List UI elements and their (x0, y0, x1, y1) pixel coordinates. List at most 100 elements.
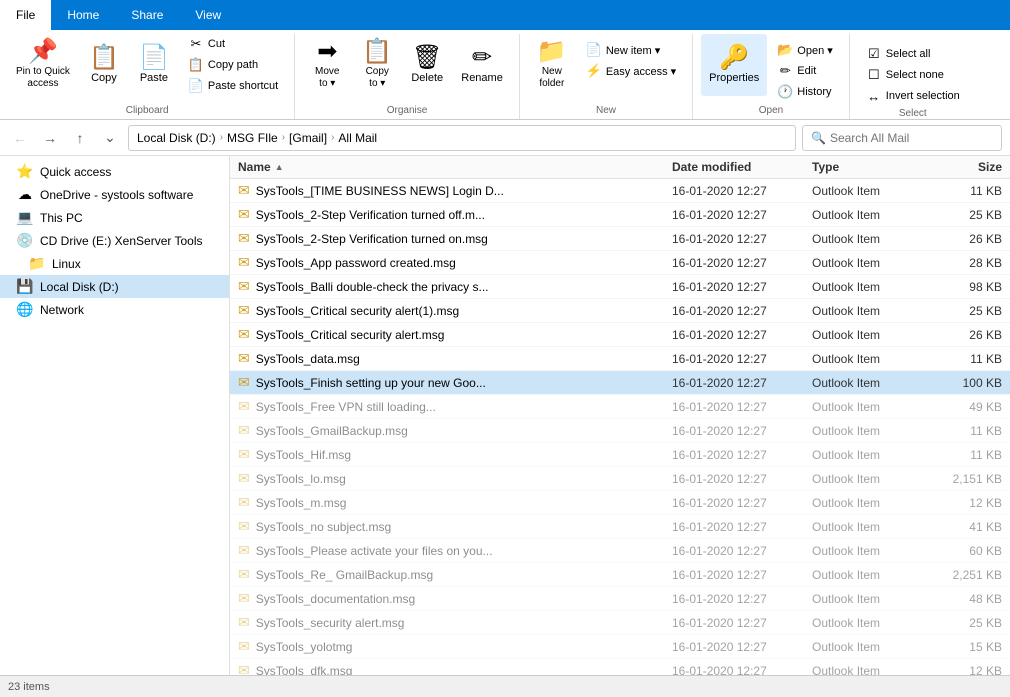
paste-button[interactable]: 📄 Paste (130, 34, 178, 96)
back-button[interactable]: ← (8, 126, 32, 150)
file-row[interactable]: ✉SysTools_Re_ GmailBackup.msg 16-01-2020… (230, 563, 1010, 587)
copy-to-icon: 📋 (362, 40, 392, 64)
file-row[interactable]: ✉SysTools_m.msg 16-01-2020 12:27 Outlook… (230, 491, 1010, 515)
tab-view[interactable]: View (179, 0, 237, 30)
col-header-date[interactable]: Date modified (672, 160, 812, 174)
file-row[interactable]: ✉SysTools_documentation.msg 16-01-2020 1… (230, 587, 1010, 611)
cd-drive-icon: 💿 (16, 232, 34, 249)
file-name: ✉SysTools_Critical security alert(1).msg (238, 302, 672, 319)
select-none-label: Select none (886, 69, 944, 81)
copy-to-button[interactable]: 📋 Copyto ▾ (353, 34, 401, 96)
new-item-button[interactable]: 📄 New item ▾ (580, 40, 682, 60)
sidebar-item-onedrive[interactable]: ☁ OneDrive - systools software (0, 183, 229, 206)
search-icon: 🔍 (811, 131, 826, 145)
file-date: 16-01-2020 12:27 (672, 568, 812, 582)
file-row[interactable]: ✉SysTools_App password created.msg 16-01… (230, 251, 1010, 275)
file-name: ✉SysTools_security alert.msg (238, 614, 672, 631)
quick-access-icon: ⭐ (16, 163, 34, 180)
file-row[interactable]: ✉SysTools_yolotmg 16-01-2020 12:27 Outlo… (230, 635, 1010, 659)
up-button[interactable]: ↑ (68, 126, 92, 150)
file-row[interactable]: ✉SysTools_Finish setting up your new Goo… (230, 371, 1010, 395)
rename-button[interactable]: ✏ Rename (453, 34, 511, 96)
file-row[interactable]: ✉SysTools_lo.msg 16-01-2020 12:27 Outloo… (230, 467, 1010, 491)
file-type: Outlook Item (812, 472, 922, 486)
cut-label: Cut (208, 38, 225, 50)
recent-locations-button[interactable]: ⌄ (98, 126, 122, 150)
file-row[interactable]: ✉SysTools_[TIME BUSINESS NEWS] Login D..… (230, 179, 1010, 203)
file-date: 16-01-2020 12:27 (672, 232, 812, 246)
open-label: Open ▾ (797, 44, 833, 57)
file-size: 25 KB (922, 304, 1002, 318)
copy-button[interactable]: 📋 Copy (80, 34, 128, 96)
delete-button[interactable]: 🗑 Delete (403, 34, 451, 96)
file-name: ✉SysTools_Finish setting up your new Goo… (238, 374, 672, 391)
edit-button[interactable]: ✏ Edit (771, 61, 839, 81)
file-name: ✉SysTools_Re_ GmailBackup.msg (238, 566, 672, 583)
sidebar-item-linux[interactable]: 📁 Linux (0, 252, 229, 275)
path-segment-2[interactable]: [Gmail] (289, 131, 327, 145)
col-name-label: Name (238, 160, 271, 174)
file-row[interactable]: ✉SysTools_Critical security alert(1).msg… (230, 299, 1010, 323)
select-all-button[interactable]: ☑ Select all (860, 44, 966, 64)
file-row[interactable]: ✉SysTools_2-Step Verification turned on.… (230, 227, 1010, 251)
search-input[interactable] (830, 131, 993, 145)
move-to-button[interactable]: ➡ Moveto ▾ (303, 34, 351, 96)
file-date: 16-01-2020 12:27 (672, 400, 812, 414)
file-row[interactable]: ✉SysTools_Free VPN still loading... 16-0… (230, 395, 1010, 419)
properties-label: Properties (709, 72, 759, 84)
easy-access-button[interactable]: ⚡ Easy access ▾ (580, 61, 682, 81)
col-header-size[interactable]: Size (922, 160, 1002, 174)
file-row[interactable]: ✉SysTools_security alert.msg 16-01-2020 … (230, 611, 1010, 635)
msg-file-icon: ✉ (238, 374, 250, 390)
paste-shortcut-button[interactable]: 📄 Paste shortcut (182, 76, 284, 96)
pin-to-quick-access-button[interactable]: 📌 Pin to Quickaccess (8, 34, 78, 96)
col-header-type[interactable]: Type (812, 160, 922, 174)
sidebar-item-quick-access[interactable]: ⭐ Quick access (0, 160, 229, 183)
forward-button[interactable]: → (38, 126, 62, 150)
sidebar-item-local-disk-d[interactable]: 💾 Local Disk (D:) (0, 275, 229, 298)
file-size: 49 KB (922, 400, 1002, 414)
file-row[interactable]: ✉SysTools_Critical security alert.msg 16… (230, 323, 1010, 347)
status-bar: 23 items (0, 675, 1010, 697)
path-segment-3[interactable]: All Mail (338, 131, 377, 145)
invert-selection-button[interactable]: ↔ Invert selection (860, 86, 966, 106)
open-label: Open (701, 103, 841, 119)
file-type: Outlook Item (812, 280, 922, 294)
sidebar-item-this-pc[interactable]: 💻 This PC (0, 206, 229, 229)
file-row[interactable]: ✉SysTools_dfk.msg 16-01-2020 12:27 Outlo… (230, 659, 1010, 675)
path-arrow-2: › (331, 132, 334, 143)
open-button[interactable]: 📂 Open ▾ (771, 40, 839, 60)
properties-button[interactable]: 🔑 Properties (701, 34, 767, 96)
file-rows-container: ✉SysTools_[TIME BUSINESS NEWS] Login D..… (230, 179, 1010, 675)
file-row[interactable]: ✉SysTools_Hif.msg 16-01-2020 12:27 Outlo… (230, 443, 1010, 467)
address-path[interactable]: Local Disk (D:) › MSG FIle › [Gmail] › A… (128, 125, 796, 151)
sidebar-item-network[interactable]: 🌐 Network (0, 298, 229, 321)
sidebar-item-cd-drive[interactable]: 💿 CD Drive (E:) XenServer Tools (0, 229, 229, 252)
file-size: 11 KB (922, 448, 1002, 462)
path-segment-0[interactable]: Local Disk (D:) (137, 131, 216, 145)
cut-button[interactable]: ✂ Cut (182, 34, 284, 54)
history-button[interactable]: 🕐 History (771, 82, 839, 102)
file-type: Outlook Item (812, 256, 922, 270)
select-none-button[interactable]: ☐ Select none (860, 65, 966, 85)
file-date: 16-01-2020 12:27 (672, 376, 812, 390)
copy-path-button[interactable]: 📋 Copy path (182, 55, 284, 75)
new-folder-button[interactable]: 📁 Newfolder (528, 34, 576, 96)
tab-home[interactable]: Home (51, 0, 115, 30)
tab-file[interactable]: File (0, 0, 51, 30)
tab-share[interactable]: Share (115, 0, 179, 30)
open-buttons: 🔑 Properties 📂 Open ▾ ✏ Edit 🕐 History (701, 34, 841, 103)
file-row[interactable]: ✉SysTools_2-Step Verification turned off… (230, 203, 1010, 227)
file-size: 11 KB (922, 352, 1002, 366)
msg-file-icon: ✉ (238, 446, 250, 462)
file-row[interactable]: ✉SysTools_data.msg 16-01-2020 12:27 Outl… (230, 347, 1010, 371)
search-box[interactable]: 🔍 (802, 125, 1002, 151)
file-row[interactable]: ✉SysTools_Balli double-check the privacy… (230, 275, 1010, 299)
file-size: 2,251 KB (922, 568, 1002, 582)
path-segment-1[interactable]: MSG FIle (227, 131, 278, 145)
file-row[interactable]: ✉SysTools_no subject.msg 16-01-2020 12:2… (230, 515, 1010, 539)
file-name: ✉SysTools_Please activate your files on … (238, 542, 672, 559)
col-header-name[interactable]: Name ▲ (238, 160, 672, 174)
file-row[interactable]: ✉SysTools_Please activate your files on … (230, 539, 1010, 563)
file-row[interactable]: ✉SysTools_GmailBackup.msg 16-01-2020 12:… (230, 419, 1010, 443)
